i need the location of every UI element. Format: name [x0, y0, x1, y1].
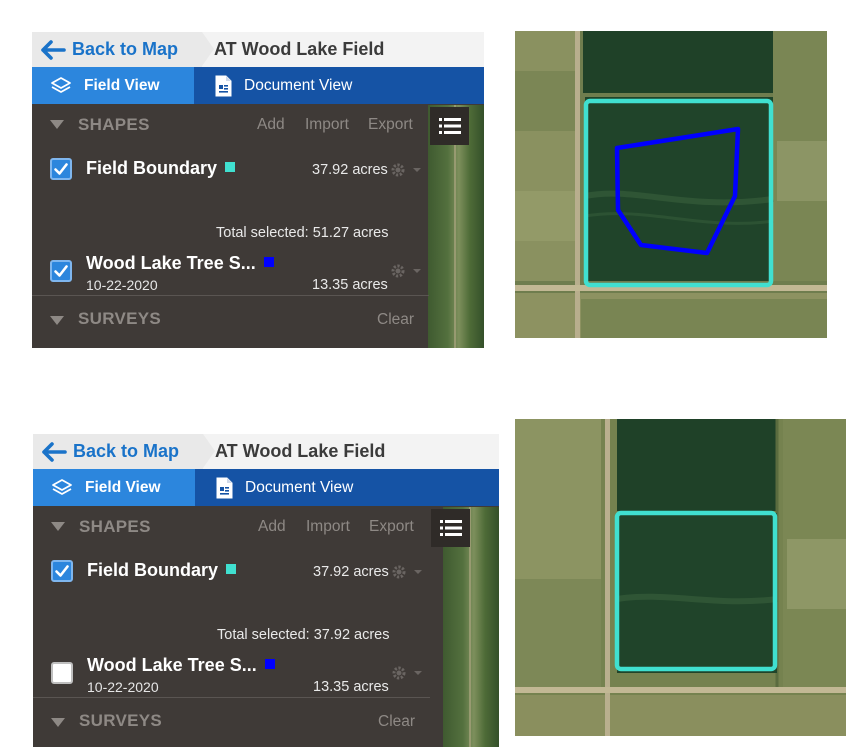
shape-name: Field Boundary — [86, 158, 236, 179]
page-title: AT Wood Lake Field — [215, 441, 386, 461]
list-item[interactable]: Field Boundary 37.92 acres — [33, 547, 430, 607]
shape-acres: 13.35 acres — [312, 277, 388, 293]
list-item[interactable]: Wood Lake Tree S... 10-22-2020 13.35 acr… — [32, 247, 429, 295]
shape-date: 10-22-2020 — [87, 679, 159, 695]
shape-color-swatch — [264, 659, 275, 669]
header-bar: Back to Map AT Wood Lake Field — [33, 434, 499, 469]
shapes-list: Field Boundary 37.92 acres Total selecte… — [33, 547, 430, 697]
collapse-triangle-icon[interactable] — [50, 316, 64, 325]
list-icon — [439, 520, 462, 536]
tree-survey-checkbox[interactable] — [50, 260, 72, 282]
shape-color-swatch — [263, 257, 274, 267]
checkmark-icon — [55, 565, 69, 577]
gear-icon[interactable] — [390, 263, 424, 279]
surveys-section-header[interactable]: SURVEYS Clear — [32, 295, 429, 348]
total-selected: Total selected: 51.27 acres — [216, 225, 389, 241]
satellite-imagery — [515, 31, 827, 338]
shape-acres: 13.35 acres — [313, 679, 389, 695]
shape-acres: 37.92 acres — [312, 162, 388, 178]
view-tabs: Field View Document View — [33, 469, 499, 506]
tab-field-view-label: Field View — [85, 478, 161, 496]
add-shape-button[interactable]: Add — [257, 116, 285, 134]
shapes-list: Field Boundary 37.92 acres Total selecte… — [32, 145, 429, 295]
list-icon — [438, 118, 461, 134]
surveys-section-header[interactable]: SURVEYS Clear — [33, 697, 430, 747]
document-icon — [216, 477, 233, 498]
satellite-map[interactable] — [515, 419, 846, 736]
tab-field-view-label: Field View — [84, 76, 160, 94]
satellite-map[interactable] — [515, 31, 827, 338]
shapes-title: SHAPES — [78, 115, 150, 134]
shape-color-swatch — [225, 162, 236, 172]
list-menu-button[interactable] — [431, 509, 470, 547]
total-selected: Total selected: 37.92 acres — [217, 627, 390, 643]
tab-document-view-label: Document View — [245, 478, 354, 496]
import-button[interactable]: Import — [306, 518, 350, 536]
tab-field-view[interactable]: Field View — [33, 469, 195, 506]
shapes-title: SHAPES — [79, 517, 151, 536]
checkmark-icon — [54, 163, 68, 175]
back-to-map-button[interactable]: Back to Map — [32, 32, 214, 67]
import-button[interactable]: Import — [305, 116, 349, 134]
gear-icon[interactable] — [391, 564, 425, 580]
shape-date: 10-22-2020 — [86, 277, 158, 293]
layers-icon — [52, 478, 72, 495]
gear-icon[interactable] — [390, 162, 424, 178]
collapse-triangle-icon[interactable] — [50, 120, 64, 129]
list-item[interactable]: Field Boundary 37.92 acres — [32, 145, 429, 205]
field-boundary-checkbox[interactable] — [50, 158, 72, 180]
back-to-map-label: Back to Map — [73, 441, 180, 461]
list-menu-button[interactable] — [430, 107, 469, 145]
arrow-left-icon — [41, 39, 66, 60]
field-panel: Back to Map AT Wood Lake Field Field Vie… — [33, 434, 499, 747]
shape-name: Wood Lake Tree S... — [86, 253, 274, 274]
document-icon — [215, 75, 232, 96]
checkmark-icon — [54, 265, 68, 277]
field-boundary-checkbox[interactable] — [51, 560, 73, 582]
clear-button[interactable]: Clear — [377, 311, 414, 329]
shapes-section-header[interactable]: SHAPES Add Import Export — [33, 507, 470, 545]
tab-field-view[interactable]: Field View — [32, 67, 194, 104]
layers-icon — [51, 76, 71, 93]
shape-acres: 37.92 acres — [313, 564, 389, 580]
header-bar: Back to Map AT Wood Lake Field — [32, 32, 484, 67]
surveys-title: SURVEYS — [78, 309, 162, 328]
add-shape-button[interactable]: Add — [258, 518, 286, 536]
tab-document-view[interactable]: Document View — [195, 469, 485, 506]
arrow-left-icon — [42, 441, 67, 462]
tab-document-view-label: Document View — [244, 76, 353, 94]
view-tabs: Field View Document View — [32, 67, 484, 104]
list-item[interactable]: Wood Lake Tree S... 10-22-2020 13.35 acr… — [33, 649, 430, 697]
collapse-triangle-icon[interactable] — [51, 522, 65, 531]
collapse-triangle-icon[interactable] — [51, 718, 65, 727]
field-panel: Back to Map AT Wood Lake Field Field Vie… — [32, 32, 484, 348]
back-to-map-label: Back to Map — [72, 39, 179, 59]
shape-name: Wood Lake Tree S... — [87, 655, 275, 676]
back-to-map-button[interactable]: Back to Map — [33, 434, 215, 469]
export-button[interactable]: Export — [368, 116, 413, 134]
shape-color-swatch — [226, 564, 237, 574]
surveys-title: SURVEYS — [79, 711, 163, 730]
shape-name: Field Boundary — [87, 560, 237, 581]
gear-icon[interactable] — [391, 665, 425, 681]
page-title: AT Wood Lake Field — [214, 39, 385, 59]
shapes-section-header[interactable]: SHAPES Add Import Export — [32, 105, 469, 143]
tree-survey-checkbox[interactable] — [51, 662, 73, 684]
satellite-imagery — [515, 419, 846, 736]
tab-document-view[interactable]: Document View — [194, 67, 484, 104]
export-button[interactable]: Export — [369, 518, 414, 536]
clear-button[interactable]: Clear — [378, 713, 415, 731]
